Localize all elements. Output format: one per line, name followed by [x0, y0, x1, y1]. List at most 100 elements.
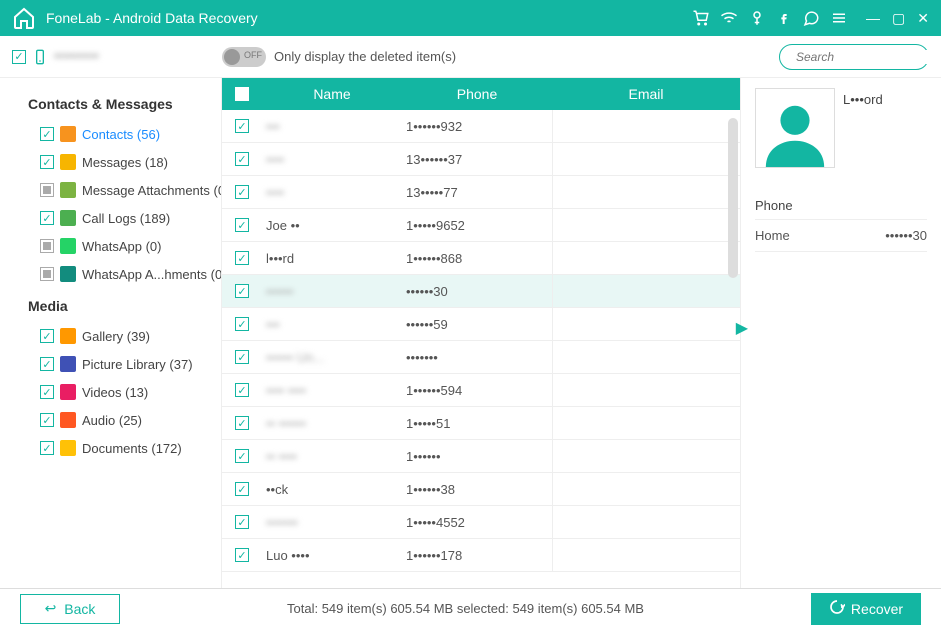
checkbox[interactable]: ✓ [40, 329, 54, 343]
toggle-label: Only display the deleted item(s) [274, 49, 456, 64]
sidebar-item-label: Message Attachments (0) [82, 183, 222, 198]
row-checkbox[interactable]: ✓ [235, 218, 249, 232]
checkbox[interactable]: ✓ [40, 385, 54, 399]
cart-icon[interactable] [692, 9, 710, 27]
cell-name: •••• [262, 185, 402, 200]
checkbox[interactable]: ✓ [40, 441, 54, 455]
checkbox[interactable]: ✓ [40, 127, 54, 141]
sidebar-item[interactable]: WhatsApp A...hments (0) [18, 260, 221, 288]
cell-email [552, 440, 740, 472]
row-checkbox[interactable]: ✓ [235, 119, 249, 133]
row-checkbox[interactable]: ✓ [235, 251, 249, 265]
cell-phone: 1•••••4552 [402, 515, 552, 530]
cell-name: ••ck [262, 482, 402, 497]
sidebar-item[interactable]: ✓Documents (172) [18, 434, 221, 462]
cell-phone: 1••••••178 [402, 548, 552, 563]
row-checkbox[interactable]: ✓ [235, 284, 249, 298]
cell-phone: 13•••••77 [402, 185, 552, 200]
key-icon[interactable] [748, 9, 766, 27]
row-checkbox[interactable]: ✓ [235, 317, 249, 331]
table-row[interactable]: ✓•••1••••••932 [222, 110, 740, 143]
detail-panel: L•••ord Phone Home ••••••30 [741, 78, 941, 588]
table-row[interactable]: ✓••••••••••••30 [222, 275, 740, 308]
col-email[interactable]: Email [552, 86, 740, 102]
checkbox[interactable] [40, 267, 54, 281]
table-row[interactable]: ✓ l•••rd1••••••868 [222, 242, 740, 275]
row-checkbox[interactable]: ✓ [235, 548, 249, 562]
phone-type: Home [755, 228, 790, 243]
select-all-checkbox[interactable]: ✓ [235, 87, 249, 101]
cell-email [552, 176, 740, 208]
row-checkbox[interactable]: ✓ [235, 515, 249, 529]
category-icon [60, 266, 76, 282]
checkbox[interactable] [40, 183, 54, 197]
sidebar-item[interactable]: ✓Videos (13) [18, 378, 221, 406]
cell-name: l•••rd [262, 251, 402, 266]
col-phone[interactable]: Phone [402, 86, 552, 102]
search-input[interactable] [796, 50, 941, 64]
sidebar-item[interactable]: ✓Picture Library (37) [18, 350, 221, 378]
wifi-icon[interactable] [720, 9, 738, 27]
footer-stats: Total: 549 item(s) 605.54 MB selected: 5… [120, 601, 811, 616]
table-row[interactable]: ✓•• ••••••1•••••51 [222, 407, 740, 440]
feedback-icon[interactable] [802, 9, 820, 27]
cell-name: ••••••• [262, 515, 402, 530]
table-row[interactable]: ✓•• ••••1•••••• [222, 440, 740, 473]
cell-phone: 1••••••868 [402, 251, 552, 266]
table-row[interactable]: ✓ ••••13•••••77 [222, 176, 740, 209]
sidebar-item[interactable]: ✓Contacts (56) [18, 120, 221, 148]
cell-phone: 1•••••• [402, 449, 552, 464]
deleted-toggle[interactable]: OFF [222, 47, 266, 67]
sidebar-item[interactable]: ✓ Messages (18) [18, 148, 221, 176]
table-row[interactable]: ✓••••13••••••37 [222, 143, 740, 176]
recover-button[interactable]: Recover [811, 593, 921, 625]
checkbox[interactable]: ✓ [40, 413, 54, 427]
maximize-icon[interactable]: ▢ [892, 10, 905, 27]
cell-email [552, 341, 740, 373]
detail-name: L•••ord [843, 88, 883, 168]
row-checkbox[interactable]: ✓ [235, 383, 249, 397]
checkbox[interactable]: ✓ [40, 357, 54, 371]
table-row[interactable]: ✓••ck1••••••38 [222, 473, 740, 506]
checkbox[interactable]: ✓ [40, 211, 54, 225]
row-checkbox[interactable]: ✓ [235, 350, 249, 364]
sidebar-item[interactable]: ✓Audio (25) [18, 406, 221, 434]
sidebar-item[interactable]: ✓Call Logs (189) [18, 204, 221, 232]
row-checkbox[interactable]: ✓ [235, 482, 249, 496]
search-box[interactable] [779, 44, 929, 70]
table-row[interactable]: ✓Joe ••1•••••9652 [222, 209, 740, 242]
sidebar-item-label: Messages (18) [82, 155, 168, 170]
minimize-icon[interactable]: — [866, 10, 880, 27]
row-checkbox[interactable]: ✓ [235, 416, 249, 430]
titlebar-icons [692, 9, 848, 27]
table-header: ✓ Name Phone Email [222, 78, 740, 110]
home-icon[interactable] [12, 6, 36, 30]
table-row[interactable]: ✓•••• ••••1••••••594 [222, 374, 740, 407]
table-row[interactable]: ✓ •••••••1•••••4552 [222, 506, 740, 539]
device-checkbox[interactable]: ✓ [12, 50, 26, 64]
close-icon[interactable]: ✕ [917, 10, 929, 27]
sidebar-item[interactable]: ✓Gallery (39) [18, 322, 221, 350]
menu-icon[interactable] [830, 9, 848, 27]
table-row[interactable]: ✓•••••• Un...••••••• [222, 341, 740, 374]
checkbox[interactable] [40, 239, 54, 253]
expand-detail-icon[interactable]: ▶ [736, 318, 748, 338]
table-body[interactable]: ✓•••1••••••932✓••••13••••••37✓••••13••••… [222, 110, 740, 588]
scrollbar[interactable] [728, 118, 738, 278]
cell-email [552, 506, 740, 538]
row-checkbox[interactable]: ✓ [235, 152, 249, 166]
sidebar-item[interactable]: WhatsApp (0) [18, 232, 221, 260]
checkbox[interactable]: ✓ [40, 155, 54, 169]
facebook-icon[interactable] [776, 10, 792, 26]
cell-phone: ••••••• [402, 350, 552, 365]
table-row[interactable]: ✓•••••••••59 [222, 308, 740, 341]
col-name[interactable]: Name [262, 86, 402, 102]
row-checkbox[interactable]: ✓ [235, 449, 249, 463]
device-selector[interactable]: ✓ •••••••• [12, 48, 212, 66]
cell-phone: 1•••••51 [402, 416, 552, 431]
sidebar-item[interactable]: Message Attachments (0) [18, 176, 221, 204]
row-checkbox[interactable]: ✓ [235, 185, 249, 199]
sidebar-item-label: WhatsApp A...hments (0) [82, 267, 222, 282]
back-button[interactable]: ↩ Back [20, 594, 120, 624]
table-row[interactable]: ✓Luo ••••1••••••178 [222, 539, 740, 572]
